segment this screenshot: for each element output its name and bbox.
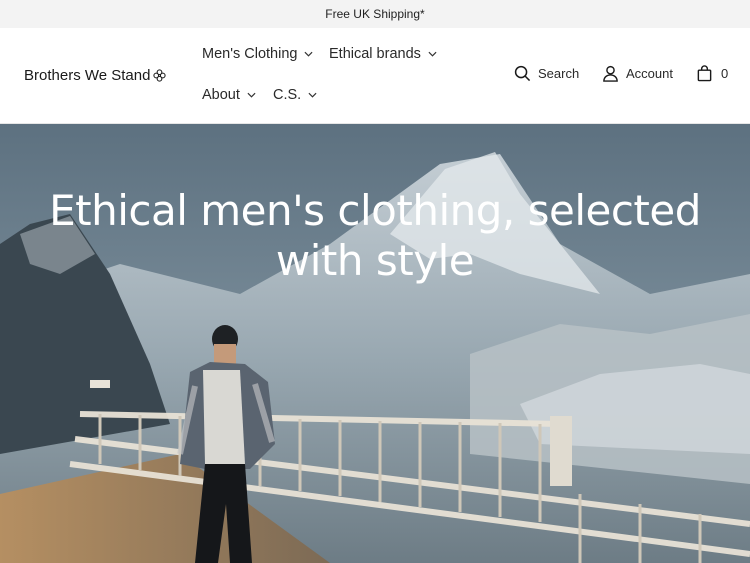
search-button[interactable]: Search (514, 65, 579, 82)
hero-heading-line2: with style (275, 236, 475, 285)
hero-heading: Ethical men's clothing, selected with st… (0, 186, 750, 286)
nav-label: Men's Clothing (202, 46, 298, 62)
nav-ethical-brands[interactable]: Ethical brands (329, 46, 437, 62)
site-header: Brothers We Stand Men's Clothing Ethical… (0, 28, 750, 124)
cart-count: 0 (721, 66, 729, 81)
hero-heading-line1: Ethical men's clothing, selected (49, 186, 701, 235)
chevron-down-icon (247, 92, 256, 98)
nav-about[interactable]: About (202, 87, 256, 103)
user-icon (603, 65, 618, 82)
logo-text: Brothers We Stand (24, 67, 151, 84)
shopping-bag-icon (697, 65, 712, 82)
hero-banner[interactable]: Ethical men's clothing, selected with st… (0, 124, 750, 563)
account-button[interactable]: Account (602, 65, 673, 82)
announcement-text: Free UK Shipping* (325, 7, 425, 21)
logo[interactable]: Brothers We Stand (24, 67, 167, 84)
chevron-down-icon (304, 51, 313, 57)
nav-mens-clothing[interactable]: Men's Clothing (202, 46, 313, 62)
chevron-down-icon (428, 51, 437, 57)
nav-label: About (202, 87, 240, 103)
chevron-down-icon (308, 92, 317, 98)
flower-icon (153, 69, 167, 82)
search-label: Search (538, 66, 580, 81)
announcement-bar: Free UK Shipping* (0, 0, 750, 28)
nav-cs[interactable]: C.S. (273, 87, 317, 103)
nav-label: C.S. (273, 87, 302, 103)
search-icon (514, 65, 531, 82)
account-label: Account (626, 66, 673, 81)
cart-button[interactable]: 0 (696, 65, 728, 82)
nav-label: Ethical brands (329, 46, 421, 62)
